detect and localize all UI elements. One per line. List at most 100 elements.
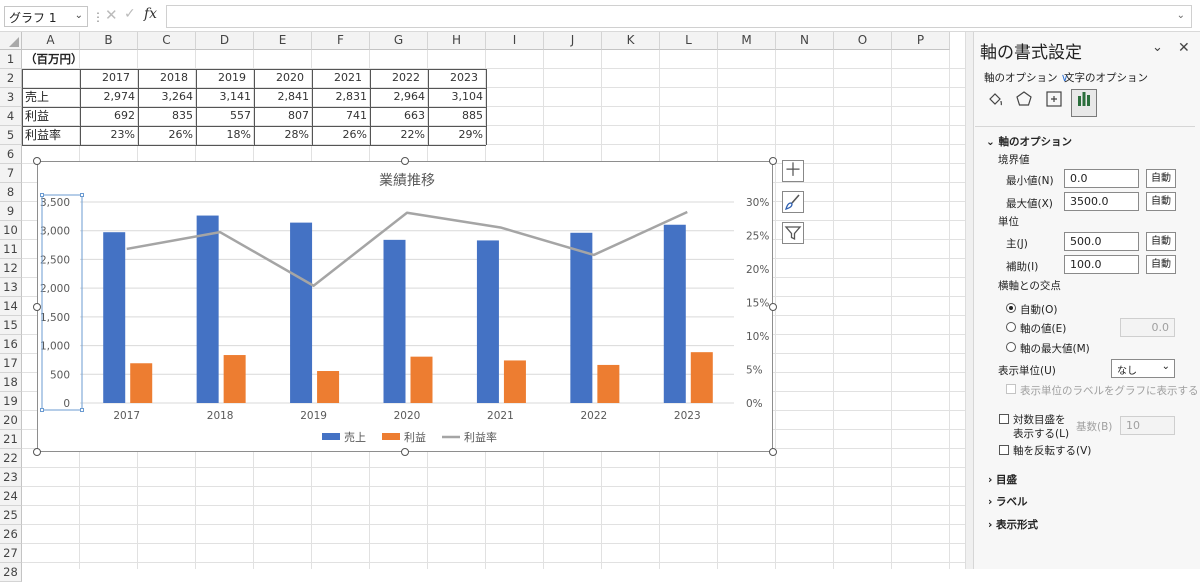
vertical-scrollbar[interactable] <box>965 32 973 569</box>
max-auto-button[interactable]: 自動 <box>1146 192 1176 211</box>
bar-売上-2020[interactable] <box>383 239 406 403</box>
cancel-icon[interactable]: ✕ <box>105 6 118 24</box>
bar-売上-2018[interactable] <box>196 215 219 403</box>
min-input[interactable]: 0.0 <box>1064 169 1139 188</box>
chevron-down-icon[interactable]: ⌄ <box>75 10 83 21</box>
resize-handle[interactable] <box>401 157 409 165</box>
column-header[interactable]: P <box>892 32 950 50</box>
column-header[interactable]: G <box>370 32 428 50</box>
bar-売上-2023[interactable] <box>663 224 686 403</box>
max-input[interactable]: 3500.0 <box>1064 192 1139 211</box>
row-header[interactable]: 23 <box>0 468 22 487</box>
resize-handle[interactable] <box>769 157 777 165</box>
axis-selection-handle[interactable] <box>80 193 84 197</box>
resize-handle[interactable] <box>769 448 777 456</box>
column-header[interactable]: I <box>486 32 544 50</box>
bar-利益-2020[interactable] <box>410 356 433 403</box>
row-header[interactable]: 12 <box>0 259 22 278</box>
effects-tab[interactable] <box>1011 90 1037 116</box>
row-header[interactable]: 7 <box>0 164 22 183</box>
bar-利益-2021[interactable] <box>503 360 526 403</box>
axis-selection-handle[interactable] <box>40 193 44 197</box>
minor-input[interactable]: 100.0 <box>1064 255 1139 274</box>
axis-selection-handle[interactable] <box>80 408 84 412</box>
row-header[interactable]: 8 <box>0 183 22 202</box>
row-header[interactable]: 3 <box>0 88 22 107</box>
row-header[interactable]: 1 <box>0 50 22 69</box>
row-header[interactable]: 6 <box>0 145 22 164</box>
row-header[interactable]: 16 <box>0 335 22 354</box>
resize-handle[interactable] <box>769 302 777 311</box>
column-header[interactable]: N <box>776 32 834 50</box>
crosses-value-input[interactable]: 0.0 <box>1120 318 1175 337</box>
major-auto-button[interactable]: 自動 <box>1146 232 1176 251</box>
column-header[interactable]: F <box>312 32 370 50</box>
resize-handle[interactable] <box>33 157 41 165</box>
expand-formula-icon[interactable]: ⌄ <box>1177 10 1185 21</box>
axis-selection-handle[interactable] <box>40 408 44 412</box>
chart-elements-button[interactable]: ＋ <box>782 160 804 182</box>
bar-利益-2022[interactable] <box>597 364 620 403</box>
insert-function-icon[interactable]: fx <box>144 6 157 22</box>
row-header[interactable]: 24 <box>0 487 22 506</box>
base-input[interactable]: 10 <box>1120 416 1175 435</box>
reverse-checkbox[interactable] <box>999 445 1009 455</box>
section-number[interactable]: › 表示形式 <box>988 517 1038 532</box>
name-box[interactable]: グラフ 1 ⌄ <box>4 6 88 27</box>
tab-axis-options[interactable]: 軸のオプション ∨ <box>984 70 1069 85</box>
crosses-max-radio[interactable] <box>1006 342 1016 352</box>
resize-handle[interactable] <box>33 448 41 456</box>
select-all-corner[interactable] <box>0 32 22 50</box>
column-header[interactable]: C <box>138 32 196 50</box>
enter-icon[interactable]: ✓ <box>124 6 136 22</box>
row-header[interactable]: 26 <box>0 525 22 544</box>
row-header[interactable]: 14 <box>0 297 22 316</box>
row-header[interactable]: 21 <box>0 430 22 449</box>
bar-利益-2018[interactable] <box>223 355 246 403</box>
bar-売上-2017[interactable] <box>103 232 126 403</box>
resize-handle[interactable] <box>33 302 41 311</box>
bar-売上-2019[interactable] <box>290 222 313 403</box>
row-header[interactable]: 18 <box>0 373 22 392</box>
row-header[interactable]: 9 <box>0 202 22 221</box>
column-header[interactable]: E <box>254 32 312 50</box>
column-header[interactable]: O <box>834 32 892 50</box>
column-header[interactable]: K <box>602 32 660 50</box>
column-header[interactable]: B <box>80 32 138 50</box>
major-input[interactable]: 500.0 <box>1064 232 1139 251</box>
row-header[interactable]: 11 <box>0 240 22 259</box>
column-header[interactable]: H <box>428 32 486 50</box>
row-header[interactable]: 25 <box>0 506 22 525</box>
fill-line-tab[interactable] <box>982 90 1008 116</box>
bar-売上-2021[interactable] <box>476 240 499 403</box>
bar-利益-2023[interactable] <box>690 352 713 403</box>
row-header[interactable]: 19 <box>0 392 22 411</box>
row-header[interactable]: 13 <box>0 278 22 297</box>
column-header[interactable]: D <box>196 32 254 50</box>
legend-entry[interactable]: 利益率 <box>464 430 497 444</box>
row-header[interactable]: 17 <box>0 354 22 373</box>
pane-options-chevron-icon[interactable]: ⌄ <box>1152 40 1163 55</box>
bar-利益-2019[interactable] <box>317 371 340 403</box>
minor-auto-button[interactable]: 自動 <box>1146 255 1176 274</box>
crosses-auto-radio[interactable] <box>1006 303 1016 313</box>
chart-area[interactable]: 業績推移 0 500 1,000 1,500 2,000 2,500 3,000 3,500 0%… <box>37 161 773 452</box>
axis-options-tab[interactable] <box>1071 89 1097 117</box>
row-header[interactable]: 27 <box>0 544 22 563</box>
chart-title[interactable]: 業績推移 <box>379 173 435 189</box>
tab-text-options[interactable]: 文字のオプション <box>1064 70 1148 85</box>
section-labels[interactable]: › ラベル <box>988 494 1027 509</box>
crosses-value-radio[interactable] <box>1006 322 1016 332</box>
bar-売上-2022[interactable] <box>570 232 593 403</box>
show-units-checkbox[interactable] <box>1006 384 1016 394</box>
legend-entry[interactable]: 売上 <box>344 431 366 444</box>
close-icon[interactable]: ✕ <box>1178 40 1190 56</box>
legend-entry[interactable]: 利益 <box>404 430 426 444</box>
row-header[interactable]: 10 <box>0 221 22 240</box>
chart-styles-button[interactable] <box>782 191 804 213</box>
column-header[interactable]: M <box>718 32 776 50</box>
section-ticks[interactable]: › 目盛 <box>988 472 1017 487</box>
row-header[interactable]: 28 <box>0 563 22 582</box>
column-header[interactable]: L <box>660 32 718 50</box>
row-header[interactable]: 5 <box>0 126 22 145</box>
